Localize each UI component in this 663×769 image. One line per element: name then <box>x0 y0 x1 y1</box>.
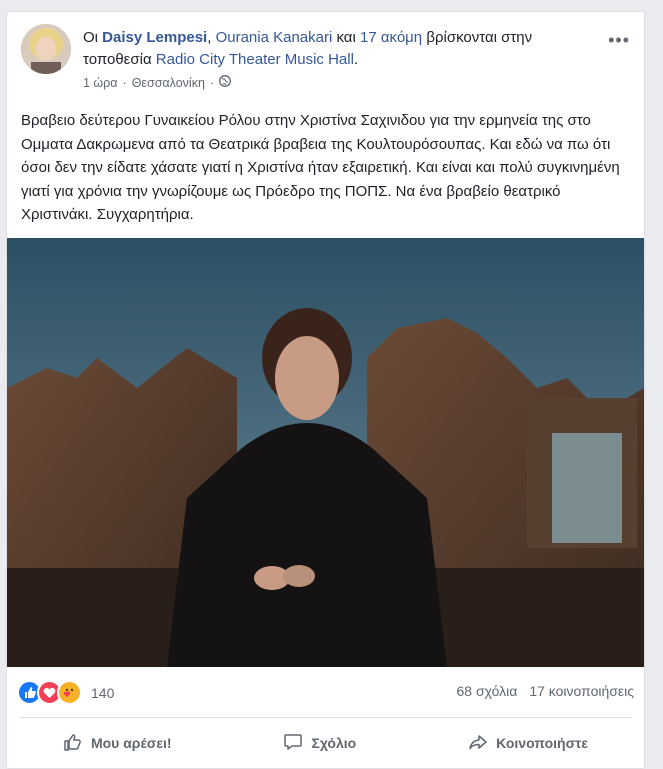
reactions-count: 140 <box>91 684 115 701</box>
post-body: Βραβειο δεύτερου Γυναικείου Ρόλου στην Χ… <box>21 112 620 223</box>
meta-dot: · <box>122 75 127 90</box>
tagged-person-link[interactable]: Ourania Kanakari <box>216 29 333 46</box>
author-prefix: Οι <box>83 29 98 46</box>
avatar[interactable] <box>21 24 71 74</box>
comment-button[interactable]: Σχόλιο <box>269 726 370 761</box>
like-button[interactable]: Μου αρέσει! <box>49 726 186 761</box>
post-meta: 1 ώρα · Θεσσαλονίκη · <box>83 75 232 90</box>
end-text: . <box>353 51 359 68</box>
reactions-summary[interactable]: 140 <box>17 680 114 705</box>
share-label: Κοινοποιήστε <box>496 735 589 751</box>
thumbs-up-icon <box>63 732 83 755</box>
others-link[interactable]: 17 ακόμη <box>360 29 422 46</box>
share-button[interactable]: Κοινοποιήστε <box>454 726 602 761</box>
engagement-stats: 68 σχόλια 17 κοινοποιήσεις <box>457 683 634 699</box>
like-label: Μου αρέσει! <box>90 735 172 751</box>
post-header-text: Οι Daisy Lempesi, Ourania Kanakari και 1… <box>83 27 590 71</box>
city-link[interactable]: Θεσσαλονίκη <box>132 76 205 90</box>
comment-label: Σχόλιο <box>311 735 357 751</box>
place-link[interactable]: Radio City Theater Music Hall <box>156 51 354 68</box>
meta-dot: · <box>209 75 215 90</box>
post-card: Οι Daisy Lempesi, Ourania Kanakari και 1… <box>6 11 645 769</box>
post-photo[interactable] <box>7 238 644 667</box>
comment-icon <box>283 732 303 755</box>
more-options-icon[interactable]: ••• <box>608 30 630 51</box>
post-header: Οι Daisy Lempesi, Ourania Kanakari και 1… <box>21 24 630 94</box>
timestamp-link[interactable]: 1 ώρα <box>83 76 118 90</box>
share-icon <box>468 732 488 755</box>
actions-divider <box>19 717 632 718</box>
connector-text: και <box>336 29 356 46</box>
post-actions: Μου αρέσει! Σχόλιο Κοινοποιήστε <box>7 725 644 761</box>
shares-count-link[interactable]: 17 κοινοποιήσεις <box>529 683 634 699</box>
separator-text: , <box>207 29 212 46</box>
post-stats: 140 68 σχόλια 17 κοινοποιήσεις <box>17 680 634 706</box>
globe-icon[interactable] <box>219 75 232 90</box>
comments-count-link[interactable]: 68 σχόλια <box>457 683 518 699</box>
author-link[interactable]: Daisy Lempesi <box>102 29 207 46</box>
care-icon <box>57 680 82 705</box>
